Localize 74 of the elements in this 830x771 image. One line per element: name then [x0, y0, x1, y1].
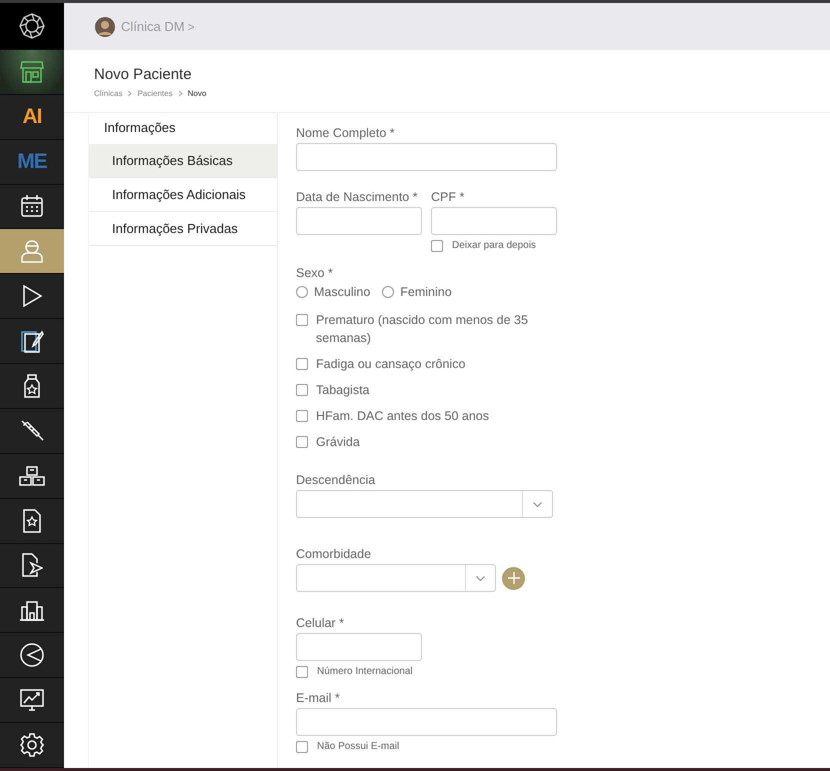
breadcrumb-item[interactable]: Pacientes [137, 89, 173, 98]
field-label: Comorbidade [296, 547, 372, 561]
buildings-icon [19, 599, 45, 622]
logo-icon [19, 12, 45, 39]
input-field[interactable] [296, 633, 422, 661]
settings-icon [20, 732, 44, 757]
checkbox[interactable] [296, 666, 308, 678]
checkbox-label: Grávida [316, 434, 360, 451]
document-star-icon [22, 508, 42, 533]
plus-icon [508, 572, 520, 584]
input-field[interactable] [296, 708, 557, 736]
checkbox-label: Tabagista [316, 382, 370, 399]
radio-label: Feminino [400, 285, 452, 299]
caret-icon [476, 576, 485, 580]
clinic-name[interactable]: Clínica DM [121, 19, 185, 34]
input-field[interactable] [296, 143, 557, 171]
field-label: Nome Completo * [296, 126, 396, 140]
sidebar-item[interactable] [0, 184, 64, 230]
page-title: Novo Paciente [94, 66, 193, 83]
store-icon [20, 60, 44, 83]
checkbox[interactable] [296, 741, 308, 753]
bottle-icon [22, 374, 42, 398]
sidebar-item[interactable] [0, 50, 64, 95]
field-label: E-mail * [296, 691, 341, 705]
caret-icon [533, 502, 542, 506]
dropdown-field[interactable] [296, 564, 496, 592]
field-label: Data de Nascimento * [296, 190, 419, 204]
checkbox[interactable] [296, 384, 308, 396]
radio-label: Masculino [314, 285, 370, 299]
breadcrumb-item[interactable]: Clínicas [94, 89, 122, 98]
sidebar-item[interactable]: ME [0, 140, 64, 184]
sidebar-item[interactable] [0, 544, 64, 588]
person-icon [20, 239, 44, 264]
checkbox[interactable] [296, 436, 308, 448]
field-label: Celular * [296, 616, 345, 630]
checkbox-label: Não Possui E-mail [317, 740, 400, 754]
checkbox-label: Número Internacional [317, 665, 413, 679]
checkbox-label: Deixar para depois [452, 239, 536, 253]
field-label: CPF * [431, 190, 466, 204]
chevron-icon[interactable]: > [188, 20, 195, 34]
section-nav-item[interactable]: Informações Privadas [89, 212, 277, 246]
checkbox[interactable] [296, 358, 308, 370]
field-label: Descendência [296, 473, 376, 487]
input-field[interactable] [296, 207, 422, 235]
radio-button[interactable] [296, 286, 308, 298]
pie-chart-icon [20, 643, 44, 668]
notes-icon [20, 329, 44, 354]
sidebar-item[interactable] [0, 229, 64, 274]
avatar-icon[interactable] [95, 16, 115, 36]
monitor-chart-icon [20, 688, 44, 712]
breadcrumb-item: Novo [188, 89, 206, 98]
checkbox-label: Fadiga ou cansaço crônico [316, 356, 466, 373]
checkbox-label: HFam. DAC antes dos 50 anos [316, 408, 489, 425]
add-button[interactable] [502, 566, 525, 590]
section-nav-item[interactable]: Informações Adicionais [89, 178, 277, 212]
field-label: Sexo * [296, 266, 334, 280]
document-send-icon [21, 553, 43, 578]
checkbox[interactable] [431, 240, 443, 252]
boxes-icon [19, 464, 45, 487]
play-icon [21, 284, 43, 308]
input-field[interactable] [431, 207, 557, 235]
sidebar-item[interactable] [0, 498, 64, 544]
calendar-icon [20, 194, 44, 218]
chevron-icon [127, 90, 132, 97]
checkbox[interactable] [296, 314, 308, 326]
sidebar-item[interactable] [0, 3, 64, 50]
chevron-icon [178, 90, 183, 97]
radio-button[interactable] [382, 286, 394, 298]
syringe-icon [20, 418, 44, 443]
section-heading: Informações [103, 119, 177, 137]
checkbox-label: Prematuro (nascido com menos de 35 semanas) [316, 312, 529, 347]
dropdown-field[interactable] [296, 490, 553, 518]
section-nav-item[interactable]: Informações Básicas [89, 144, 277, 178]
checkbox[interactable] [296, 410, 308, 422]
